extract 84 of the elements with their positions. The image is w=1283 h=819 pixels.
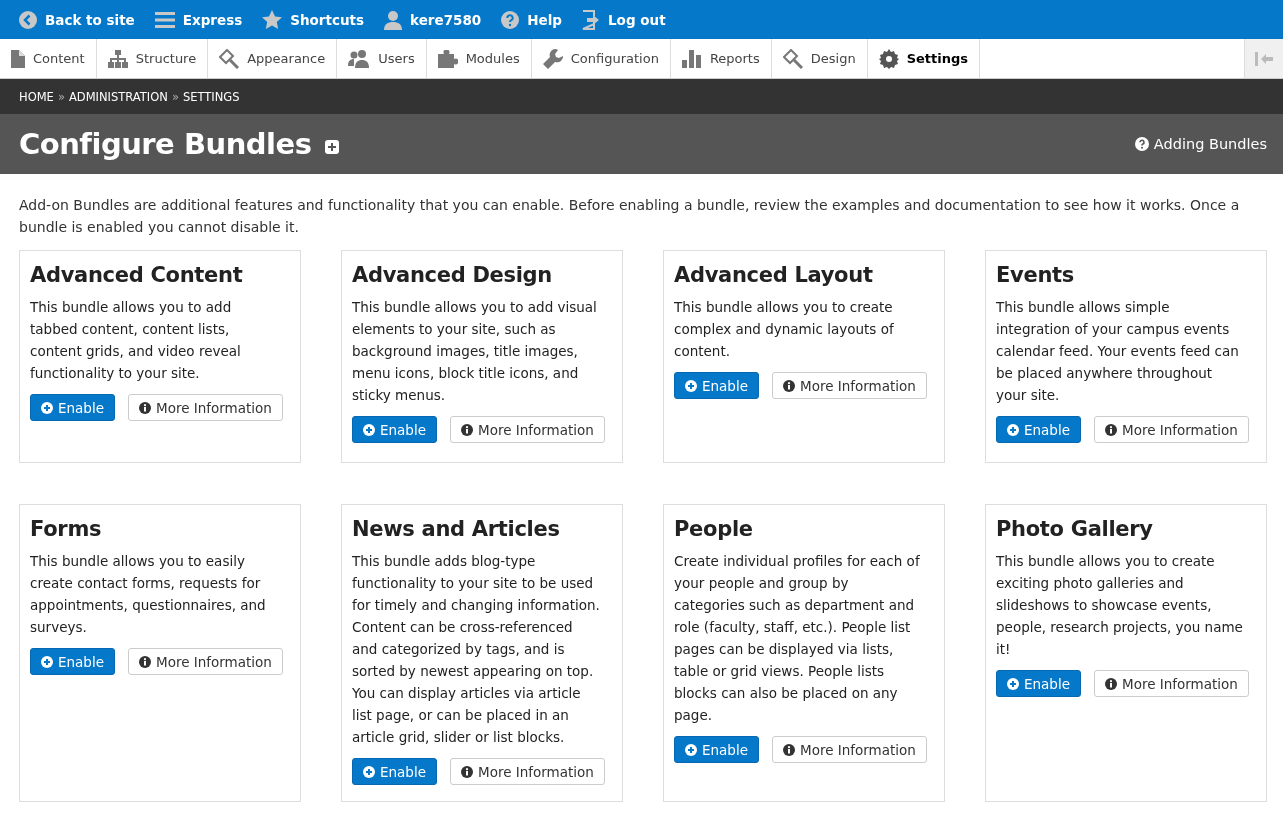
- intro-text: Add-on Bundles are additional features and functionality that you can enable. Before enabling a bundle, review the examples and documentation to see how it works. Once a bundle is enabled you cannot disable it.: [18, 196, 1241, 237]
- bundle-description: This bundle allows you to add visual elements to your site, such as background images, title images, menu icons, block title icons, and sticky menus.: [352, 298, 598, 405]
- bar-chart-icon: [681, 49, 702, 68]
- plus-circle-icon: [363, 423, 375, 436]
- bundle-description: This bundle allows you to create exciting photo galleries and slideshows to showcase events, people, research projects, you name it!: [996, 552, 1244, 659]
- adding-bundles-link[interactable]: Adding Bundles: [1134, 136, 1267, 152]
- enable-button[interactable]: Enable: [674, 372, 759, 399]
- more-information-button[interactable]: More Information: [128, 394, 283, 421]
- enable-button[interactable]: Enable: [996, 416, 1081, 443]
- plus-circle-icon: [41, 401, 53, 414]
- more-information-button[interactable]: More Information: [1094, 670, 1249, 697]
- settings-icon: [878, 48, 899, 69]
- bundle-title: Forms: [30, 516, 103, 543]
- menu-icon: [154, 10, 175, 29]
- info-icon: [139, 655, 151, 668]
- plus-circle-icon: [363, 765, 375, 778]
- bundle-title: Events: [996, 262, 1075, 289]
- enable-button[interactable]: Enable: [30, 648, 115, 675]
- more-information-button[interactable]: More Information: [772, 372, 927, 399]
- plus-circle-icon: [41, 655, 53, 668]
- admin-menu-tab[interactable]: Structure: [96, 39, 209, 78]
- info-icon: [783, 379, 795, 392]
- bundle-description: Create individual profiles for each of your people and group by categories such as department and role (faculty, staff, etc.). People list pages can be displayed via lists, table or grid views. People lists blocks can also be placed on any page.: [674, 552, 921, 725]
- page-title: Configure Bundles: [19, 127, 312, 161]
- info-icon: [461, 423, 473, 436]
- bundle-description: This bundle adds blog-type functionality to your site to be used for timely and changing information. Content can be cross-referenced and categorized by tags, and is sorted by newest appearing on top. You can display articles via article list page, or can be placed in an article grid, slider or list blocks.: [352, 552, 601, 747]
- bundle-title: Photo Gallery: [996, 516, 1154, 543]
- help-icon: [1134, 137, 1149, 151]
- users-icon: [348, 49, 371, 68]
- document-icon: [11, 49, 25, 68]
- admin-menu-tab[interactable]: Design: [771, 39, 868, 78]
- bundle-title: Advanced Content: [30, 262, 244, 289]
- more-information-button[interactable]: More Information: [772, 736, 927, 763]
- puzzle-piece-icon: [437, 49, 458, 68]
- breadcrumb-separator: »: [57, 89, 65, 104]
- admin-menu-tab[interactable]: Users: [337, 39, 427, 78]
- enable-button[interactable]: Enable: [674, 736, 759, 763]
- admin-menu-tab[interactable]: Content: [0, 39, 97, 78]
- info-icon: [783, 743, 795, 756]
- toolbar-link[interactable]: Express: [144, 0, 253, 39]
- breadcrumb-link[interactable]: ADMINISTRATION: [68, 89, 168, 104]
- help-icon: [501, 10, 520, 29]
- enable-button[interactable]: Enable: [996, 670, 1081, 697]
- info-icon: [1105, 677, 1117, 690]
- toolbar-link[interactable]: Back to site: [9, 0, 145, 39]
- plus-circle-icon: [1007, 423, 1019, 436]
- enable-button[interactable]: Enable: [30, 394, 115, 421]
- enable-button[interactable]: Enable: [352, 758, 437, 785]
- bundle-description: This bundle allows you to easily create contact forms, requests for appointments, questionnaires, and surveys.: [30, 552, 267, 637]
- bundle-title: Advanced Layout: [674, 262, 874, 289]
- admin-menu-tab[interactable]: Configuration: [531, 39, 671, 78]
- admin-menu-tab[interactable]: Settings: [867, 39, 980, 78]
- admin-menu-tab[interactable]: Appearance: [208, 39, 338, 78]
- enable-button[interactable]: Enable: [352, 416, 437, 443]
- breadcrumb-link[interactable]: SETTINGS: [182, 89, 240, 104]
- hierarchy-icon: [107, 49, 128, 68]
- admin-menu-tab[interactable]: Reports: [670, 39, 772, 78]
- more-information-button[interactable]: More Information: [1094, 416, 1249, 443]
- toolbar-link[interactable]: kere7580: [374, 0, 492, 39]
- bundle-title: People: [674, 516, 754, 543]
- plus-circle-icon: [1007, 677, 1019, 690]
- star-icon: [262, 10, 283, 29]
- more-information-button[interactable]: More Information: [450, 758, 605, 785]
- bundle-title: News and Articles: [352, 516, 561, 543]
- plus-circle-icon: [685, 743, 697, 756]
- bundle-description: This bundle allows you to add tabbed content, content lists, content grids, and video reveal functionality to your site.: [30, 298, 242, 383]
- wrench-icon: [542, 48, 563, 69]
- info-icon: [1105, 423, 1117, 436]
- toolbar-link[interactable]: Help: [491, 0, 572, 39]
- toolbar-link[interactable]: Shortcuts: [252, 0, 375, 39]
- user-icon: [384, 9, 403, 30]
- plus-circle-icon: [685, 379, 697, 392]
- bundle-title: Advanced Design: [352, 262, 553, 289]
- toolbar-link[interactable]: Log out: [572, 0, 676, 39]
- add-shortcut-icon[interactable]: [325, 140, 340, 154]
- admin-menu-tab[interactable]: Modules: [426, 39, 532, 78]
- bundle-description: This bundle allows you to create complex and dynamic layouts of content.: [674, 298, 895, 361]
- breadcrumb-separator: »: [171, 89, 179, 104]
- more-information-button[interactable]: More Information: [128, 648, 283, 675]
- info-icon: [461, 765, 473, 778]
- breadcrumb-link[interactable]: HOME: [19, 89, 54, 104]
- more-information-button[interactable]: More Information: [450, 416, 605, 443]
- info-icon: [139, 401, 151, 414]
- bundle-description: This bundle allows simple integration of your campus events calendar feed. Your events feed can be placed anywhere throughout your site.: [996, 298, 1240, 405]
